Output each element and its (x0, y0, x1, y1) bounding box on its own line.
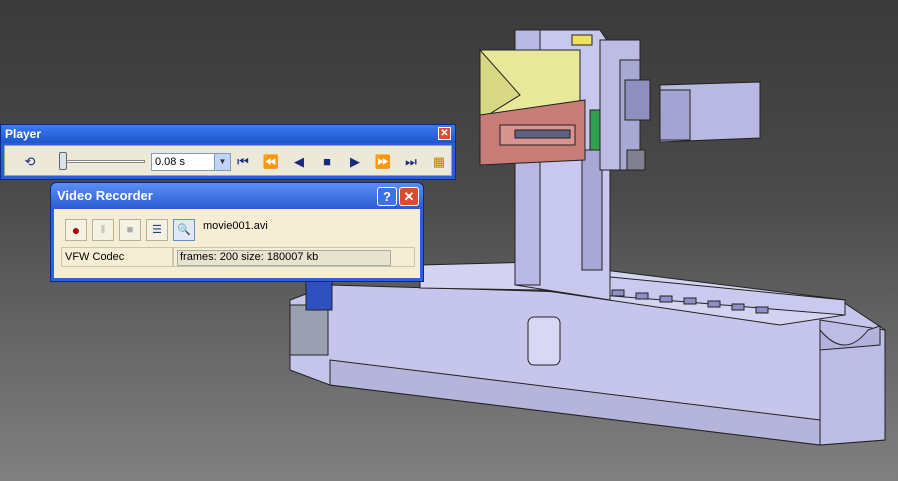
player-settings-button[interactable]: ▦ (429, 152, 449, 172)
time-step-value: 0.08 s (155, 156, 185, 168)
loop-button[interactable]: ⟲ (20, 152, 40, 172)
first-frame-icon: ⏮ (237, 154, 249, 169)
player-settings-icon: ▦ (432, 154, 446, 169)
time-slider-thumb[interactable] (59, 152, 67, 170)
recorder-close-button[interactable]: ✕ (399, 187, 419, 206)
video-recorder-window: Video Recorder ? ✕ ● ‖ ■ ☰ 🔍 movie001.av… (50, 182, 424, 282)
loop-icon: ⟲ (24, 154, 36, 169)
output-file-name: movie001.avi (203, 220, 268, 232)
last-frame-button[interactable]: ⏭ (401, 152, 421, 172)
stop-button[interactable]: ■ (317, 152, 337, 172)
player-toolbar: Player ✕ ⟲ 0.08 s ▼ ⏮ ⏪ ◀ ■ ▶ ⏩ ⏭ ▦ (0, 124, 456, 180)
recorder-body: ● ‖ ■ ☰ 🔍 movie001.avi VFW Codec frames:… (54, 209, 420, 278)
step-back-icon: ⏪ (262, 154, 280, 169)
time-slider-track[interactable] (59, 160, 145, 163)
properties-icon: ☰ (152, 224, 162, 236)
step-forward-button[interactable]: ⏩ (373, 152, 393, 172)
stop-icon: ■ (323, 154, 331, 169)
last-frame-icon: ⏭ (405, 154, 417, 169)
pause-icon: ‖ (100, 224, 106, 236)
play-button[interactable]: ▶ (345, 152, 365, 172)
help-icon: ? (383, 189, 391, 204)
pause-button[interactable]: ‖ (92, 219, 114, 241)
step-back-button[interactable]: ⏪ (261, 152, 281, 172)
file-preview-button[interactable]: 🔍 (173, 219, 195, 241)
recorder-title: Video Recorder (51, 183, 423, 209)
time-step-select[interactable]: 0.08 s ▼ (151, 153, 231, 171)
codec-field: VFW Codec (61, 247, 173, 267)
first-frame-button[interactable]: ⏮ (233, 152, 253, 172)
stop-icon: ■ (126, 224, 134, 236)
player-controls: ⟲ 0.08 s ▼ ⏮ ⏪ ◀ ■ ▶ ⏩ ⏭ ▦ (4, 145, 452, 176)
record-button[interactable]: ● (65, 219, 87, 241)
player-close-button[interactable]: ✕ (438, 127, 451, 140)
play-backward-button[interactable]: ◀ (289, 152, 309, 172)
help-button[interactable]: ? (377, 187, 397, 206)
close-icon: ✕ (403, 189, 415, 204)
chevron-down-icon[interactable]: ▼ (214, 154, 230, 170)
play-backward-icon: ◀ (294, 154, 304, 169)
stop-recording-button[interactable]: ■ (119, 219, 141, 241)
recording-status-field: frames: 200 size: 180007 kb (173, 247, 415, 267)
recorder-properties-button[interactable]: ☰ (146, 219, 168, 241)
step-forward-icon: ⏩ (374, 154, 392, 169)
record-icon: ● (71, 222, 81, 238)
player-title: Player (1, 125, 455, 143)
recording-status-text: frames: 200 size: 180007 kb (180, 251, 319, 263)
preview-icon: 🔍 (177, 224, 191, 236)
play-icon: ▶ (350, 154, 360, 169)
